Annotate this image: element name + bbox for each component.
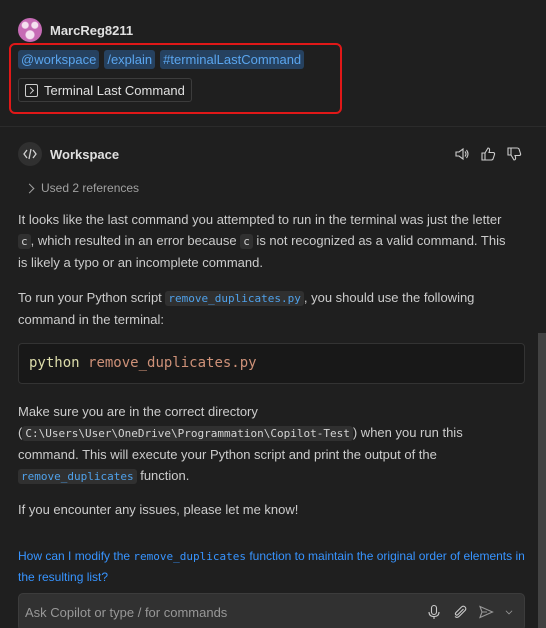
response-paragraph-1: It looks like the last command you attem… (18, 209, 518, 273)
p1-text-a: It looks like the last command you attem… (18, 212, 502, 227)
followup-text-a: How can I modify the (18, 549, 134, 563)
paperclip-icon[interactable] (452, 604, 468, 620)
followup-suggestion[interactable]: How can I modify the remove_duplicates f… (18, 546, 528, 587)
response-header: Workspace (18, 142, 119, 166)
inline-code-function[interactable]: remove_duplicates (18, 469, 137, 484)
user-message: MarcReg8211 @workspace /explain #termina… (0, 0, 546, 127)
chip-list: @workspace /explain #terminalLastCommand (18, 50, 305, 69)
response-paragraph-4: If you encounter any issues, please let … (18, 502, 299, 517)
chevron-right-icon (24, 183, 35, 193)
agent-name: Workspace (50, 146, 120, 162)
used-references-label: Used 2 references (41, 181, 140, 195)
chip-terminal-last-command[interactable]: #terminalLastCommand (160, 50, 305, 69)
inline-code-c: c (240, 234, 253, 249)
code-command: python (29, 355, 80, 371)
user-header: MarcReg8211 (18, 18, 133, 42)
speaker-icon[interactable] (454, 146, 470, 162)
scrollbar[interactable] (538, 333, 546, 628)
chevron-down-icon[interactable] (504, 604, 514, 620)
user-avatar (18, 18, 42, 42)
inline-code-path: C:\Users\User\OneDrive\Programmation\Cop… (22, 426, 353, 441)
terminal-icon (25, 83, 38, 97)
chip-workspace[interactable]: @workspace (18, 50, 100, 69)
used-references-toggle[interactable]: Used 2 references (24, 181, 140, 195)
send-icon[interactable] (478, 604, 494, 620)
p3-text-c: function. (136, 468, 190, 483)
response-paragraph-2: To run your Python script remove_duplica… (18, 287, 518, 330)
terminal-reference[interactable]: Terminal Last Command (18, 78, 192, 102)
chat-input[interactable] (25, 602, 425, 622)
input-actions (426, 604, 514, 620)
chip-explain[interactable]: /explain (104, 50, 156, 69)
code-argument: remove_duplicates.py (88, 355, 257, 371)
followup-code: remove_duplicates (133, 550, 246, 563)
response-paragraph-3: Make sure you are in the correct directo… (18, 401, 518, 487)
inline-code-c: c (18, 234, 31, 249)
p2-text-a: To run your Python script (18, 290, 166, 305)
p1-text-b: , which resulted in an error because (30, 233, 241, 248)
inline-code-filename[interactable]: remove_duplicates.py (165, 291, 304, 306)
thumbs-down-icon[interactable] (506, 146, 522, 162)
terminal-reference-label: Terminal Last Command (44, 82, 185, 98)
chat-input-box (18, 593, 525, 628)
microphone-icon[interactable] (426, 604, 442, 620)
response-actions (454, 146, 522, 162)
user-name: MarcReg8211 (50, 22, 134, 38)
code-icon (18, 142, 42, 166)
thumbs-up-icon[interactable] (480, 146, 496, 162)
code-block[interactable]: python remove_duplicates.py (18, 343, 525, 384)
